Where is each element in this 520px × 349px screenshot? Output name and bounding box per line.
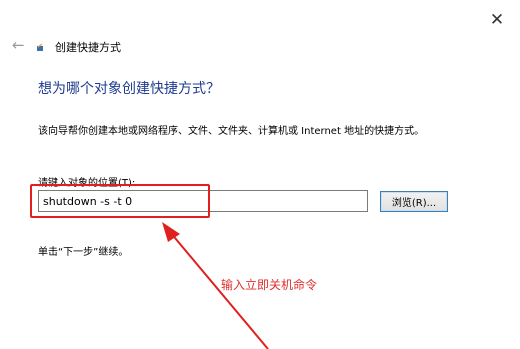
- page-heading: 想为哪个对象创建快捷方式？: [38, 81, 220, 97]
- annotation-text: 输入立即关机命令: [221, 278, 318, 292]
- next-step-hint: 单击“下一步”继续。: [38, 247, 129, 258]
- close-icon: ✕: [489, 10, 505, 30]
- back-arrow-icon[interactable]: ←: [12, 38, 28, 53]
- shortcut-wizard-icon: [37, 43, 43, 51]
- browse-button[interactable]: 浏览(R)...: [380, 191, 448, 212]
- wizard-description: 该向导帮你创建本地或网络程序、文件、文件夹、计算机或 Internet 地址的快…: [38, 126, 425, 137]
- dialog-title: 创建快捷方式: [55, 41, 121, 54]
- highlight-box: [30, 184, 210, 218]
- close-button[interactable]: ✕: [484, 9, 510, 31]
- browse-button-label: 浏览(R)...: [391, 198, 437, 209]
